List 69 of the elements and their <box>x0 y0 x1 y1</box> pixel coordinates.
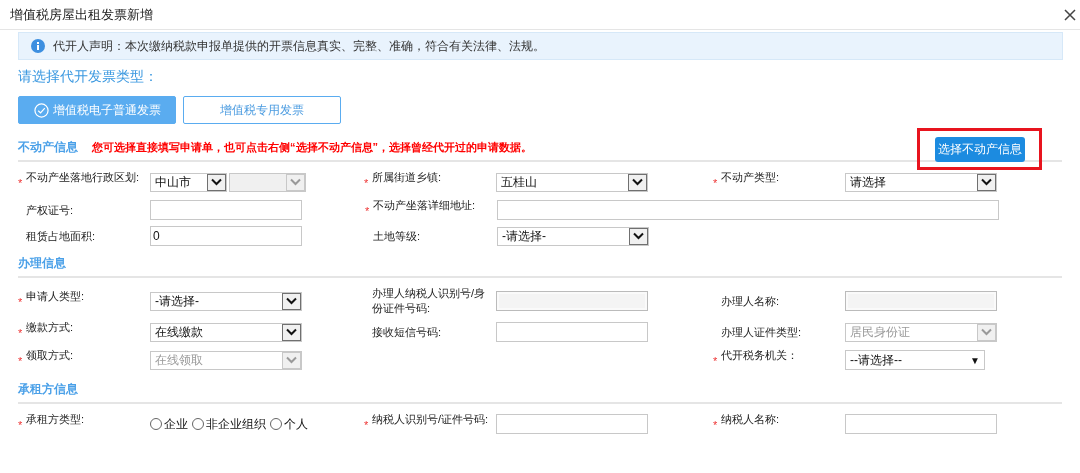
field-label: 办理人证件类型: <box>721 324 803 340</box>
field-label: 不动产坐落地行政区划: <box>26 170 141 185</box>
required-asterisk: * <box>18 327 23 339</box>
field-label: 申请人类型: <box>26 289 86 304</box>
chevron-icon <box>977 173 996 191</box>
input-field[interactable]: 0 <box>150 226 302 246</box>
chevron-icon <box>286 173 305 191</box>
select-field[interactable]: 五桂山 <box>496 172 648 192</box>
input-field[interactable] <box>496 414 648 434</box>
select-field[interactable]: 中山市 <box>150 172 227 192</box>
field-label: 领取方式: <box>26 348 75 363</box>
required-asterisk: * <box>713 177 718 189</box>
close-icon[interactable] <box>1064 8 1076 21</box>
section-title: 承租方信息 <box>18 381 78 398</box>
required-asterisk: * <box>713 419 718 431</box>
field-label: 缴款方式: <box>26 320 75 335</box>
section-title: 办理信息 <box>18 255 66 272</box>
radio-label: 企业 <box>164 416 188 433</box>
invoice-type-prompt: 请选择代开发票类型： <box>18 67 159 86</box>
radio-button[interactable] <box>270 418 282 430</box>
select-property-button[interactable]: 选择不动产信息 <box>934 136 1025 162</box>
select-field[interactable]: -请选择- <box>497 226 649 246</box>
input-field[interactable] <box>496 322 648 342</box>
field-label: 产权证号: <box>26 202 75 218</box>
field-label: 承租方类型: <box>26 412 86 427</box>
input-field[interactable] <box>845 414 997 434</box>
section-hint: 您可选择直接填写申请单，也可点击右侧“选择不动产信息”，选择曾经代开过的申请数据。 <box>92 139 532 155</box>
required-asterisk: * <box>18 177 23 189</box>
field-label: 接收短信号码: <box>372 324 443 340</box>
radio-label: 非企业组织 <box>206 416 266 433</box>
chevron-icon <box>977 323 996 341</box>
chevron-icon <box>282 292 301 310</box>
info-icon <box>31 39 45 53</box>
required-asterisk: * <box>364 419 369 431</box>
field-label: 所属街道乡镇: <box>372 170 443 185</box>
field-label: 办理人名称: <box>721 293 781 309</box>
triangle-down-icon: ▼ <box>970 352 980 368</box>
chevron-icon <box>282 323 301 341</box>
radio-label: 个人 <box>284 416 308 433</box>
chevron-icon <box>207 173 226 191</box>
input-field[interactable] <box>150 200 302 220</box>
field-label: 土地等级: <box>373 228 422 244</box>
window-title: 增值税房屋出租发票新增 <box>10 5 153 24</box>
field-label: 纳税人识别号/证件号码: <box>372 412 490 427</box>
required-asterisk: * <box>18 296 23 308</box>
select-field[interactable]: 请选择 <box>845 172 997 192</box>
field-label: 代开税务机关： <box>721 348 799 363</box>
field-label: 租赁占地面积: <box>26 228 97 244</box>
required-asterisk: * <box>365 205 370 217</box>
check-circle-icon <box>33 102 49 118</box>
required-asterisk: * <box>18 355 23 367</box>
required-asterisk: * <box>713 355 718 367</box>
required-asterisk: * <box>364 177 369 189</box>
chevron-icon <box>629 227 648 245</box>
radio-button[interactable] <box>150 418 162 430</box>
chevron-icon <box>282 351 301 369</box>
notice-text: 代开人声明：本次缴纳税款申报单提供的开票信息真实、完整、准确，符合有关法律、法规。 <box>53 38 545 55</box>
select-field[interactable]: 在线缴款 <box>150 322 302 342</box>
field-label: 纳税人名称: <box>721 412 781 427</box>
field-label: 不动产类型: <box>721 170 781 185</box>
chevron-icon <box>628 173 647 191</box>
select-field[interactable]: --请选择-- ▼ <box>845 350 985 370</box>
required-asterisk: * <box>18 419 23 431</box>
section-title: 不动产信息 <box>18 139 78 156</box>
field-label: 办理人纳税人识别号/身份证件号码: <box>372 286 487 316</box>
select-field[interactable]: -请选择- <box>150 291 302 311</box>
input-field[interactable] <box>497 200 999 220</box>
field-label: 不动产坐落详细地址: <box>373 198 477 213</box>
radio-button[interactable] <box>192 418 204 430</box>
